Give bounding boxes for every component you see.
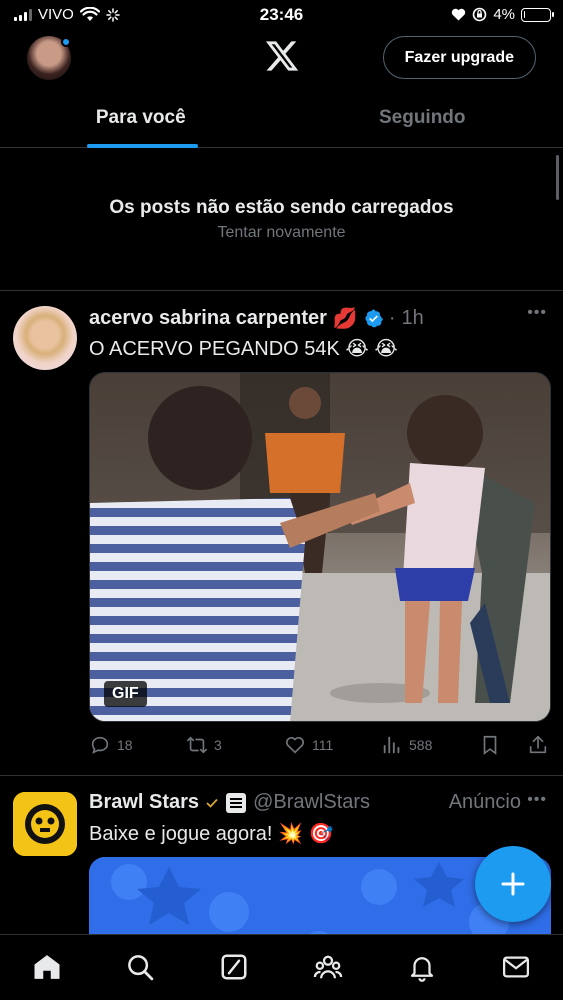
author-avatar[interactable] xyxy=(13,306,77,370)
compose-plus-icon xyxy=(501,872,525,896)
post-text: O ACERVO PEGANDO 54K 😭 😭 xyxy=(89,338,398,360)
author-emoji: 💋 xyxy=(332,308,358,330)
heart-icon xyxy=(452,8,466,21)
post-time[interactable]: 1h xyxy=(401,307,423,330)
more-options-icon[interactable]: ••• xyxy=(527,791,547,809)
tab-label: Seguindo xyxy=(378,106,466,128)
orientation-lock-icon xyxy=(473,7,487,22)
bookmark-icon xyxy=(483,735,497,755)
share-button[interactable] xyxy=(527,734,549,756)
post-gif[interactable]: GIF xyxy=(89,372,551,722)
ad-post-text: Baixe e jogue agora! 💥 🎯 xyxy=(89,823,334,845)
views-count: 588 xyxy=(409,737,433,753)
like-count: 111 xyxy=(312,737,334,753)
separator-dot: · xyxy=(388,307,396,329)
brawl-stars-avatar[interactable] xyxy=(13,792,77,856)
active-tab-indicator xyxy=(87,144,198,148)
battery-icon xyxy=(521,7,554,22)
affiliate-check-icon xyxy=(206,798,218,808)
repost-button[interactable]: 3 xyxy=(186,734,222,756)
status-right: 4% xyxy=(451,6,554,23)
share-icon xyxy=(529,735,547,754)
battery-percent: 4% xyxy=(493,6,515,23)
notification-dot xyxy=(61,37,71,47)
tab-label: Para você xyxy=(95,106,186,128)
gif-frame xyxy=(90,373,550,721)
error-title: Os posts não estão sendo carregados xyxy=(109,197,454,218)
tab-following[interactable]: Seguindo xyxy=(282,88,563,147)
promoted-post[interactable]: Brawl Stars @BrawlStars Anúncio ••• Baix… xyxy=(0,777,563,957)
search-icon[interactable] xyxy=(125,952,155,982)
views-button[interactable]: 588 xyxy=(381,734,432,756)
messages-icon[interactable] xyxy=(501,952,531,982)
communities-icon[interactable] xyxy=(313,952,343,982)
ad-handle[interactable]: @BrawlStars xyxy=(253,791,370,814)
battery-level xyxy=(524,10,525,18)
repost-icon xyxy=(187,736,207,754)
scrollbar[interactable] xyxy=(556,155,559,200)
top-bar: Fazer upgrade xyxy=(0,30,563,88)
load-error: Os posts não estão sendo carregados Tent… xyxy=(0,150,563,291)
tab-for-you[interactable]: Para você xyxy=(0,88,282,148)
ad-author-name[interactable]: Brawl Stars xyxy=(89,791,199,814)
like-button[interactable]: 111 xyxy=(284,734,333,756)
more-options-icon[interactable]: ••• xyxy=(527,304,547,322)
like-icon xyxy=(285,737,305,754)
views-icon xyxy=(383,736,400,754)
repost-count: 3 xyxy=(214,737,222,753)
brawl-stars-logo-icon xyxy=(13,792,77,856)
home-icon[interactable] xyxy=(32,952,62,982)
compose-button[interactable] xyxy=(475,846,551,922)
affiliate-badge-icon xyxy=(226,792,247,813)
author-name[interactable]: acervo sabrina carpenter xyxy=(89,307,327,330)
upgrade-button[interactable]: Fazer upgrade xyxy=(382,36,536,79)
ad-label: Anúncio xyxy=(448,791,521,813)
x-logo-icon[interactable] xyxy=(264,38,300,74)
timeline-tabs: Para você Seguindo xyxy=(0,88,563,148)
reply-icon xyxy=(91,736,109,754)
post-header: acervo sabrina carpenter 💋 · 1h xyxy=(89,306,424,331)
verified-badge-icon xyxy=(365,309,383,328)
bottom-nav xyxy=(0,934,563,1000)
bookmark-button[interactable] xyxy=(479,734,501,756)
grok-icon[interactable] xyxy=(219,952,249,982)
reply-button[interactable]: 18 xyxy=(89,734,133,756)
status-bar: VIVO 23:46 4% xyxy=(0,0,563,30)
post-actions: 18 3 111 588 xyxy=(89,734,551,758)
reply-count: 18 xyxy=(117,737,133,753)
retry-link[interactable]: Tentar novamente xyxy=(0,224,563,242)
notifications-icon[interactable] xyxy=(407,952,437,982)
gif-badge: GIF xyxy=(104,681,147,707)
profile-avatar[interactable] xyxy=(27,36,71,80)
ad-post-header: Brawl Stars @BrawlStars xyxy=(89,791,370,814)
post[interactable]: acervo sabrina carpenter 💋 · 1h ••• O AC… xyxy=(0,292,563,776)
